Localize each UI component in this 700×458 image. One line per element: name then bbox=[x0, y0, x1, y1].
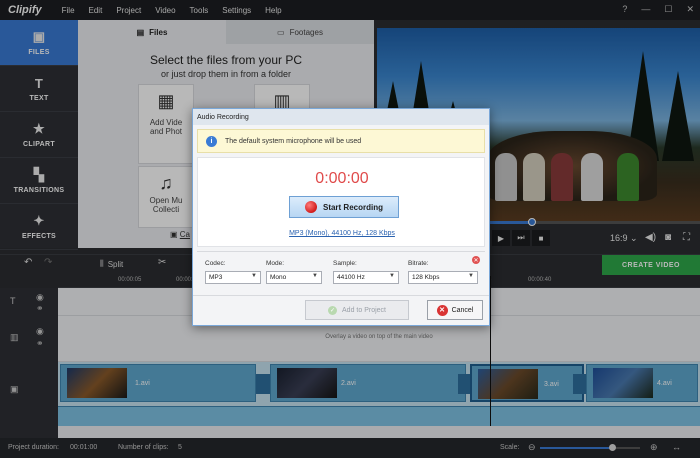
info-icon: i bbox=[206, 135, 217, 147]
dialog-footer: ✓ Add to Project ✕ Cancel bbox=[193, 295, 489, 325]
check-icon: ✓ bbox=[328, 305, 338, 315]
start-recording-button[interactable]: Start Recording bbox=[289, 196, 399, 218]
bitrate-select[interactable]: 128 Kbps ▼ bbox=[408, 271, 478, 284]
codec-value: MP3 bbox=[209, 274, 223, 281]
chevron-down-icon: ▼ bbox=[251, 273, 257, 279]
mode-value: Mono bbox=[270, 274, 287, 281]
bitrate-value: 128 Kbps bbox=[412, 274, 440, 281]
record-icon bbox=[304, 201, 317, 213]
cancel-label: Cancel bbox=[451, 306, 474, 314]
recording-area: 0:00:00 Start Recording MP3 (Mono), 4410… bbox=[197, 157, 485, 247]
cancel-button[interactable]: ✕ Cancel bbox=[427, 300, 483, 320]
chevron-down-icon: ▼ bbox=[468, 273, 474, 279]
mode-select[interactable]: Mono ▼ bbox=[266, 271, 322, 284]
recording-settings: ✕ Codec: MP3 ▼ Mode: Mono ▼ Sample: 4410… bbox=[197, 251, 485, 291]
close-settings-icon[interactable]: ✕ bbox=[472, 256, 480, 264]
info-text: The default system microphone will be us… bbox=[225, 137, 362, 145]
codec-select[interactable]: MP3 ▼ bbox=[205, 271, 261, 284]
sample-value: 44100 Hz bbox=[337, 274, 365, 281]
chevron-down-icon: ▼ bbox=[312, 273, 318, 279]
chevron-down-icon: ▼ bbox=[389, 273, 395, 279]
add-to-project-button[interactable]: ✓ Add to Project bbox=[305, 300, 409, 320]
dialog-title: Audio Recording bbox=[193, 109, 489, 125]
add-to-project-label: Add to Project bbox=[342, 306, 386, 314]
recording-timer: 0:00:00 bbox=[315, 170, 369, 187]
audio-recording-dialog: Audio Recording i The default system mic… bbox=[192, 108, 490, 326]
info-banner: i The default system microphone will be … bbox=[197, 129, 485, 153]
start-recording-label: Start Recording bbox=[322, 202, 383, 212]
mode-label: Mode: bbox=[266, 260, 285, 267]
sample-select[interactable]: 44100 Hz ▼ bbox=[333, 271, 399, 284]
cancel-icon: ✕ bbox=[436, 304, 448, 316]
codec-label: Codec: bbox=[205, 260, 226, 267]
bitrate-label: Bitrate: bbox=[408, 260, 429, 267]
sample-label: Sample: bbox=[333, 260, 357, 267]
format-link[interactable]: MP3 (Mono), 44100 Hz, 128 Kbps bbox=[198, 230, 486, 237]
